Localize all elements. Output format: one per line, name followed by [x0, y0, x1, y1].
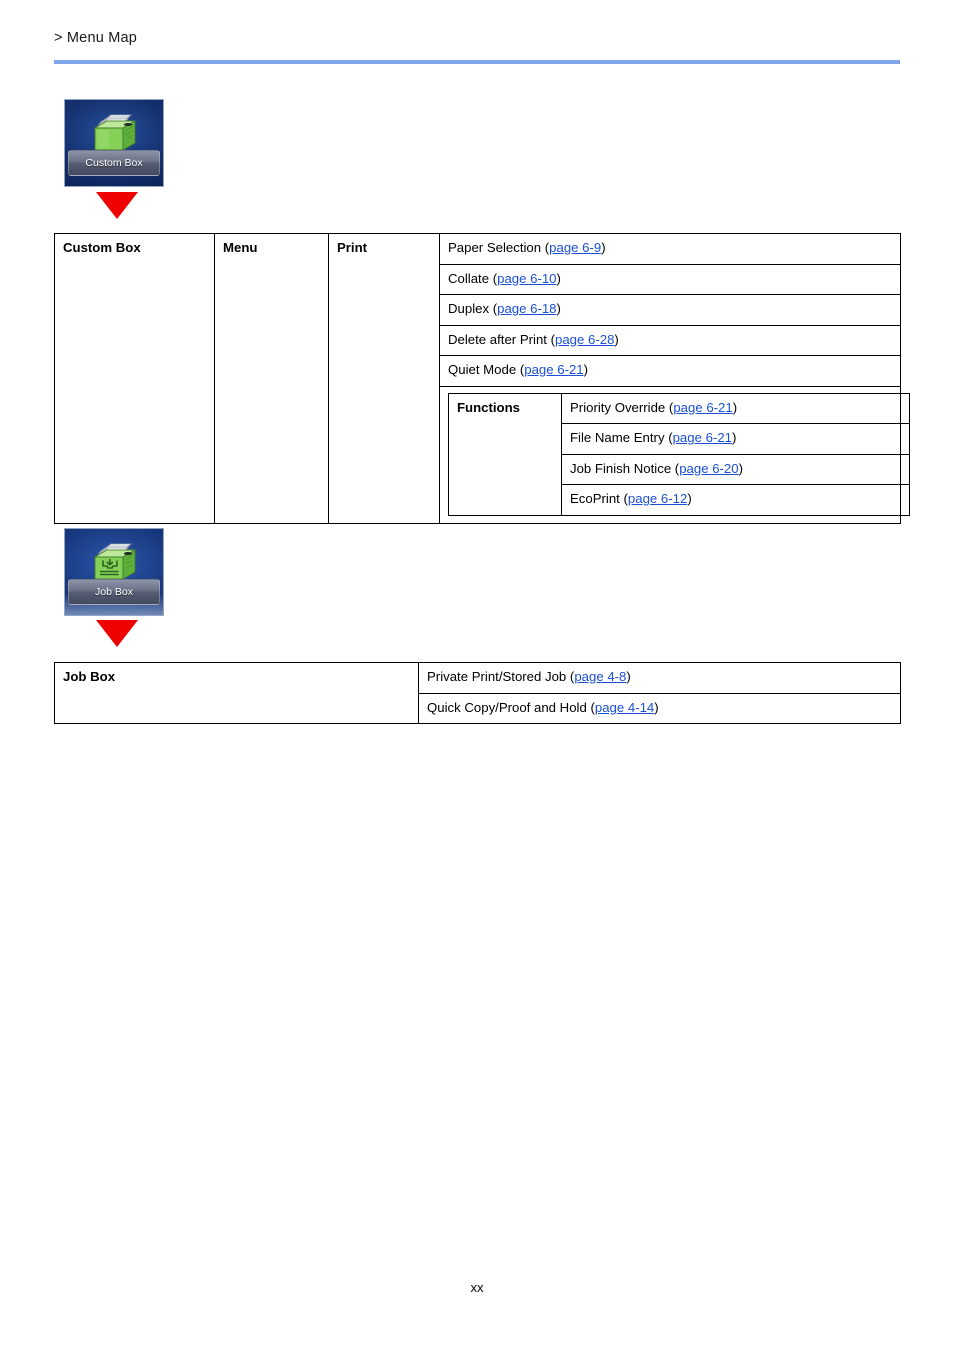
menu-item-collate: Collate (page 6-10) [439, 263, 901, 295]
page-number: xx [470, 1280, 484, 1295]
custom-box-menu-table: Custom Box Menu Print Paper Selection (p… [54, 233, 910, 524]
function-item-ecoprint: EcoPrint (page 6-12) [561, 484, 910, 516]
item-text: Job Finish Notice ( [570, 460, 680, 476]
page-link[interactable]: page 6-9 [549, 240, 601, 255]
page-link[interactable]: page 6-21 [673, 430, 732, 445]
custom-box-icon-label-bar: Custom Box [68, 150, 160, 176]
item-text: Quiet Mode ( [448, 362, 525, 377]
item-text: File Name Entry ( [570, 430, 673, 445]
page-header: > Menu Map [54, 30, 900, 46]
menu-item-quick-copy-proof-and-hold: Quick Copy/Proof and Hold (page 4-14) [418, 692, 901, 724]
page-link[interactable]: page 6-20 [679, 461, 738, 476]
menu-item-duplex: Duplex (page 6-18) [439, 294, 901, 326]
green-box-with-inbox-tray-icon [93, 543, 137, 580]
functions-subtable: Functions Priority Override (page 6-21) … [448, 392, 910, 516]
job-box-icon-tile[interactable]: Job Box [64, 528, 164, 616]
item-tail: ) [654, 699, 659, 715]
item-text: Quick Copy/Proof and Hold ( [427, 699, 595, 715]
item-text: EcoPrint ( [570, 491, 628, 506]
page-link[interactable]: page 4-8 [574, 669, 626, 684]
function-item-job-finish-notice: Job Finish Notice (page 6-20) [561, 453, 910, 485]
item-tail: ) [732, 430, 737, 445]
red-down-triangle-icon-2 [96, 620, 138, 647]
table-row: Functions Priority Override (page 6-21) [448, 392, 910, 516]
item-text: Collate ( [448, 270, 498, 286]
job-box-col1-header: Job Box [54, 662, 419, 724]
item-tail: ) [556, 270, 561, 286]
job-box-icon-label: Job Box [95, 586, 133, 598]
red-down-triangle-icon-1 [96, 192, 138, 219]
item-tail: ) [583, 362, 589, 377]
item-text: Duplex ( [448, 301, 498, 316]
custom-box-col3-print: Print [328, 233, 440, 524]
item-text: Paper Selection ( [448, 240, 550, 255]
functions-header: Functions [448, 392, 562, 516]
custom-box-col2-menu: Menu [214, 233, 329, 524]
menu-item-delete-after-print: Delete after Print (page 6-28) [439, 324, 901, 356]
job-box-icon-label-bar: Job Box [68, 579, 160, 605]
menu-item-private-print-stored-job: Private Print/Stored Job (page 4-8) [418, 662, 901, 694]
header-divider [54, 60, 900, 64]
functions-subtable-cell: Functions Priority Override (page 6-21) … [439, 385, 910, 524]
item-tail: ) [601, 240, 606, 255]
item-text: Delete after Print ( [448, 331, 556, 347]
page-link[interactable]: page 6-21 [524, 362, 583, 377]
function-item-priority-override: Priority Override (page 6-21) [561, 392, 910, 424]
item-text: Priority Override ( [570, 399, 674, 415]
page-link[interactable]: page 6-28 [555, 332, 614, 347]
item-tail: ) [556, 301, 561, 316]
job-box-menu-table: Job Box Private Print/Stored Job (page 4… [54, 662, 901, 724]
page-link[interactable]: page 6-10 [497, 271, 556, 286]
page-link[interactable]: page 4-14 [595, 700, 654, 715]
page-link[interactable]: page 6-21 [673, 400, 732, 415]
item-tail: ) [614, 331, 619, 347]
function-item-file-name-entry: File Name Entry (page 6-21) [561, 423, 910, 455]
item-tail: ) [626, 669, 631, 684]
custom-box-col1-header: Custom Box [54, 233, 215, 524]
custom-box-icon-label: Custom Box [85, 157, 143, 169]
table-row: Job Box Private Print/Stored Job (page 4… [54, 662, 901, 724]
green-box-with-documents-icon [93, 114, 137, 151]
page-footer: xx [0, 1280, 954, 1295]
breadcrumb: > Menu Map [54, 30, 138, 46]
item-text: Private Print/Stored Job ( [427, 669, 575, 684]
item-tail: ) [738, 460, 744, 476]
menu-item-paper-selection: Paper Selection (page 6-9) [439, 233, 901, 265]
custom-box-icon-tile[interactable]: Custom Box [64, 99, 164, 187]
table-row: Custom Box Menu Print Paper Selection (p… [54, 233, 901, 524]
item-tail: ) [732, 399, 738, 415]
page-link[interactable]: page 6-18 [497, 301, 556, 316]
menu-item-quiet-mode: Quiet Mode (page 6-21) [439, 355, 901, 387]
item-tail: ) [687, 491, 692, 506]
page-link[interactable]: page 6-12 [628, 491, 687, 506]
